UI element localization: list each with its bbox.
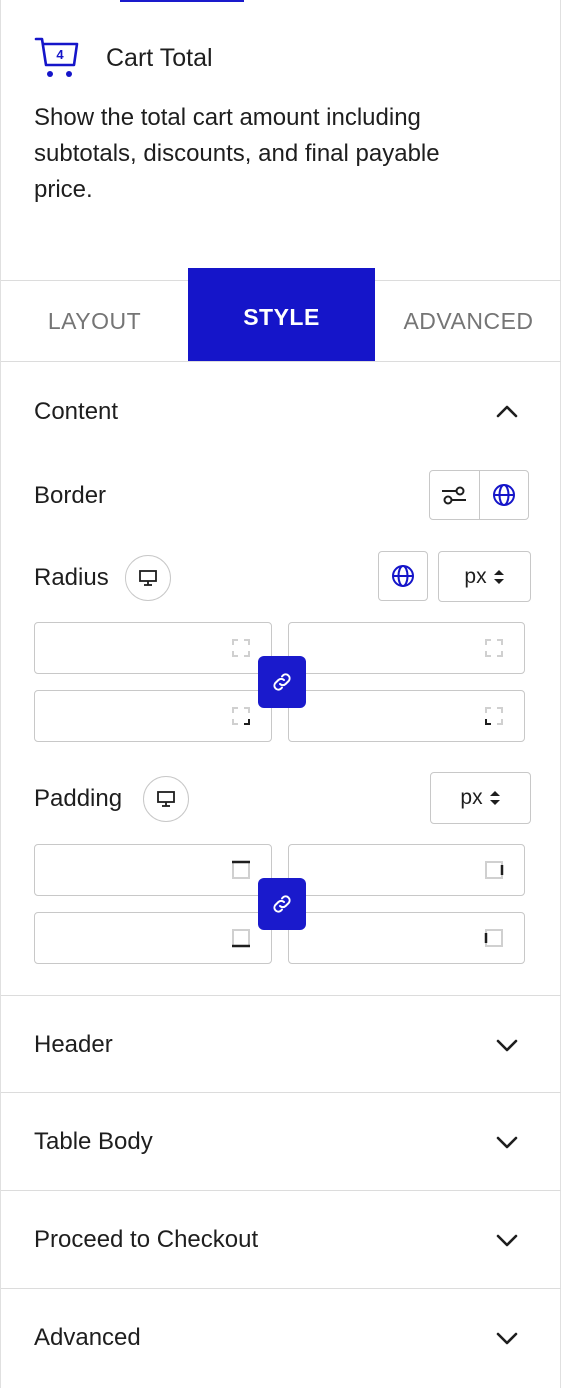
section-title: Advanced	[34, 1323, 141, 1351]
radius-top-right-input[interactable]	[288, 622, 525, 674]
block-settings-panel: 4 Cart Total Show the total cart amount …	[0, 0, 561, 1388]
border-global-button[interactable]	[480, 471, 529, 519]
padding-responsive-button[interactable]	[143, 776, 189, 822]
desktop-icon	[139, 570, 157, 586]
padding-bottom-input[interactable]	[34, 912, 272, 964]
radius-bottom-right-input[interactable]	[288, 690, 525, 742]
corner-top-left-icon	[232, 639, 250, 657]
header-section[interactable]: Header	[1, 995, 561, 1093]
chevron-down-icon[interactable]	[496, 1034, 518, 1056]
padding-top-input[interactable]	[34, 844, 272, 896]
radius-bottom-left-input[interactable]	[34, 690, 272, 742]
corner-top-right-icon	[485, 639, 503, 657]
tab-style[interactable]: STYLE	[188, 268, 375, 361]
sort-arrows-icon	[493, 569, 504, 584]
globe-icon	[392, 565, 414, 587]
cart-badge-count: 4	[56, 47, 64, 62]
border-controls	[429, 470, 529, 520]
chevron-down-icon[interactable]	[496, 1131, 518, 1153]
block-title: Cart Total	[106, 44, 213, 72]
radius-global-button[interactable]	[378, 551, 428, 601]
proceed-to-checkout-section[interactable]: Proceed to Checkout	[1, 1190, 561, 1288]
block-description: Show the total cart amount including sub…	[34, 104, 440, 203]
radius-label: Radius	[34, 564, 109, 591]
tab-layout[interactable]: LAYOUT	[1, 281, 188, 361]
section-title: Proceed to Checkout	[34, 1225, 259, 1253]
block-info-header: 4 Cart Total Show the total cart amount …	[1, 0, 561, 281]
sort-arrows-icon	[489, 791, 500, 805]
chevron-up-icon[interactable]	[496, 401, 518, 423]
padding-unit-value: px	[460, 786, 483, 809]
link-icon	[273, 673, 291, 691]
side-top-icon	[232, 860, 250, 879]
content-section-header[interactable]: Content	[1, 363, 561, 461]
side-left-icon	[484, 929, 503, 947]
table-body-section[interactable]: Table Body	[1, 1092, 561, 1190]
sliders-icon	[442, 486, 467, 505]
radius-responsive-button[interactable]	[125, 555, 171, 601]
desktop-icon	[157, 791, 175, 807]
inspector-tabs: LAYOUT STYLE ADVANCED	[1, 268, 561, 362]
section-title: Header	[34, 1030, 113, 1058]
chevron-down-icon[interactable]	[496, 1327, 518, 1349]
radius-unit-value: px	[464, 564, 487, 588]
section-title: Table Body	[34, 1127, 153, 1155]
padding-right-input[interactable]	[288, 844, 525, 896]
padding-left-input[interactable]	[288, 912, 525, 964]
corner-bottom-right-icon	[232, 707, 250, 725]
content-section-title: Content	[34, 398, 119, 425]
side-bottom-icon	[232, 929, 250, 948]
padding-link-button[interactable]	[258, 878, 306, 930]
border-label: Border	[34, 482, 107, 509]
tab-advanced[interactable]: ADVANCED	[375, 281, 561, 361]
side-right-icon	[485, 861, 504, 879]
radius-unit-select[interactable]: px	[438, 551, 531, 602]
link-icon	[273, 895, 291, 913]
globe-icon	[492, 484, 515, 506]
radius-top-left-input[interactable]	[34, 622, 272, 674]
corner-bottom-left-icon	[485, 707, 503, 725]
border-settings-button[interactable]	[430, 471, 480, 519]
radius-link-button[interactable]	[258, 656, 306, 708]
chevron-down-icon[interactable]	[496, 1229, 518, 1251]
cart-icon: 4	[34, 37, 79, 77]
advanced-section[interactable]: Advanced	[1, 1288, 561, 1386]
padding-unit-select[interactable]: px	[430, 772, 531, 824]
padding-label: Padding	[34, 785, 123, 812]
